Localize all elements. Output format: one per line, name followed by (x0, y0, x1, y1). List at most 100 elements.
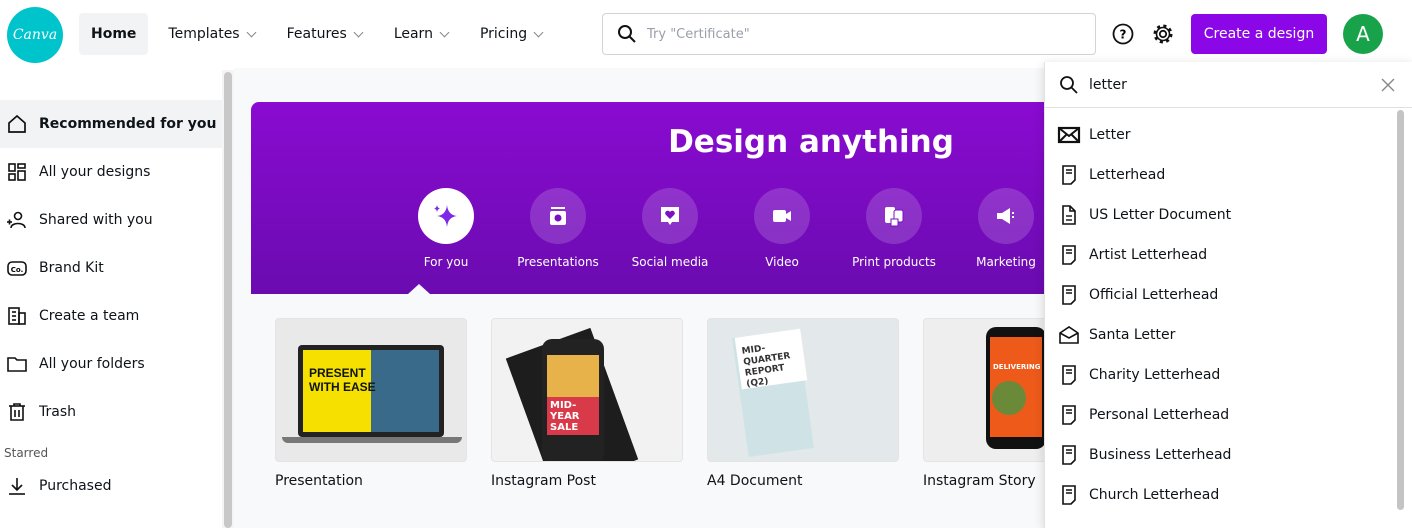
trash-icon (9, 403, 25, 421)
sidebar-item-create-team[interactable]: Create a team (0, 292, 222, 340)
sidebar-item-label: Brand Kit (39, 260, 104, 276)
svg-text:Co.: Co. (11, 266, 24, 274)
design-card-a4-document[interactable]: MID-QUARTER REPORT (Q2) A4 Document (707, 318, 899, 489)
letterhead-icon (1062, 245, 1076, 265)
letterhead-icon (1062, 165, 1076, 185)
folder-icon (7, 357, 27, 372)
svg-text:?: ? (1120, 28, 1127, 42)
starred-section-label: Starred (4, 446, 49, 460)
print-icon (885, 207, 904, 227)
nav-label: Learn (393, 26, 433, 42)
category-for-you[interactable]: For you (390, 188, 502, 269)
nav-label: Pricing (479, 26, 528, 42)
design-card-instagram-post[interactable]: MID-YEAR SALE Instagram Post (491, 318, 683, 489)
megaphone-icon (997, 208, 1014, 224)
sidebar-item-folders[interactable]: All your folders (0, 340, 222, 388)
thumbnail-text: MID-YEAR SALE (547, 397, 599, 435)
category-label: For you (423, 255, 469, 269)
design-anything-banner: Design anything For you Presentations So… (251, 102, 1081, 294)
search-result-item[interactable]: Letterhead (1045, 155, 1412, 195)
sidebar-item-label: All your folders (39, 356, 145, 372)
thumbnail-text: PRESENT WITH EASE (309, 366, 376, 394)
search-icon (1060, 75, 1078, 94)
shared-users-icon (7, 211, 26, 229)
result-label: Business Letterhead (1089, 447, 1232, 463)
search-result-item[interactable]: Santa Letter (1045, 315, 1412, 355)
search-result-item[interactable]: Artist Letterhead (1045, 235, 1412, 275)
help-icon[interactable]: ? (1111, 22, 1135, 46)
search-result-item[interactable]: Business Letterhead (1045, 435, 1412, 475)
sidebar-item-label: Create a team (39, 308, 140, 324)
chevron-down-icon (246, 27, 257, 37)
sidebar-item-label: Trash (39, 404, 76, 420)
open-envelope-icon (1059, 326, 1079, 344)
search-result-item[interactable]: Charity Letterhead (1045, 355, 1412, 395)
close-icon[interactable] (1380, 77, 1396, 93)
nav-label: Features (286, 26, 347, 42)
sidebar-item-label: Purchased (39, 478, 112, 494)
letterhead-icon (1062, 285, 1076, 305)
letterhead-icon (1062, 445, 1076, 465)
search-result-item[interactable]: Church Letterhead (1045, 475, 1412, 515)
search-input[interactable]: Try "Certificate" (602, 13, 1096, 55)
letterhead-icon (1062, 365, 1076, 385)
banner-title: Design anything (668, 124, 954, 160)
download-icon (9, 478, 25, 495)
category-label: Print products (852, 255, 936, 269)
category-presentations[interactable]: Presentations (502, 188, 614, 269)
building-icon (8, 307, 26, 325)
result-label: Charity Letterhead (1089, 367, 1221, 383)
chevron-down-icon (439, 27, 450, 37)
presentation-icon (550, 207, 566, 225)
nav-home[interactable]: Home (79, 13, 149, 55)
letterhead-icon (1062, 405, 1076, 425)
sparkle-icon (434, 205, 457, 227)
chevron-down-icon (353, 27, 364, 37)
sidebar: Recommended for you All your designs Sha… (0, 100, 222, 510)
result-label: Church Letterhead (1089, 487, 1220, 503)
document-icon (1062, 205, 1076, 225)
thumbnail-text: MID-QUARTER REPORT (Q2) (741, 343, 792, 390)
result-label: Santa Letter (1089, 327, 1176, 343)
search-result-item[interactable]: US Letter Document (1045, 195, 1412, 235)
active-category-pointer (408, 284, 430, 294)
canva-logo[interactable]: Canva (7, 7, 63, 63)
create-design-button[interactable]: Create a design (1191, 14, 1327, 54)
sidebar-item-label: Shared with you (39, 212, 153, 228)
nav-pricing[interactable]: Pricing (468, 13, 554, 55)
sidebar-item-shared[interactable]: Shared with you (0, 196, 222, 244)
search-placeholder: Try "Certificate" (647, 26, 750, 42)
dropdown-scrollbar[interactable] (1397, 110, 1406, 512)
nav-label: Home (91, 26, 137, 42)
nav-learn[interactable]: Learn (382, 13, 460, 55)
search-result-item[interactable]: Personal Letterhead (1045, 395, 1412, 435)
sidebar-item-purchased[interactable]: Purchased (0, 462, 222, 510)
main-nav: Home Templates Features Learn Pricing (79, 13, 562, 55)
nav-label: Templates (168, 26, 240, 42)
sidebar-item-all-designs[interactable]: All your designs (0, 148, 222, 196)
nav-templates[interactable]: Templates (156, 13, 266, 55)
sidebar-item-brand-kit[interactable]: Co. Brand Kit (0, 244, 222, 292)
design-card-presentation[interactable]: PRESENT WITH EASE Presentation (275, 318, 467, 489)
dropdown-search-input[interactable]: letter (1045, 62, 1412, 108)
presentation-thumbnail: PRESENT WITH EASE (275, 318, 467, 462)
search-results: Letter Letterhead US Letter Document Artist… (1045, 108, 1412, 515)
sidebar-item-recommended[interactable]: Recommended for you (0, 100, 222, 148)
category-print-products[interactable]: Print products (838, 188, 950, 269)
grid-icon (8, 163, 26, 181)
sidebar-scrollbar[interactable] (222, 70, 234, 528)
gear-icon[interactable] (1151, 22, 1175, 46)
category-social-media[interactable]: Social media (614, 188, 726, 269)
search-result-item[interactable]: Official Letterhead (1045, 275, 1412, 315)
category-video[interactable]: Video (726, 188, 838, 269)
brand-kit-icon: Co. (7, 261, 27, 276)
category-label: Video (765, 255, 799, 269)
letterhead-icon (1062, 485, 1076, 505)
sidebar-item-trash[interactable]: Trash (0, 388, 222, 436)
nav-features[interactable]: Features (275, 13, 374, 55)
search-icon (618, 25, 636, 43)
search-result-item[interactable]: Letter (1045, 115, 1412, 155)
category-label: Social media (631, 255, 709, 269)
card-label: Instagram Post (491, 473, 596, 489)
avatar[interactable]: A (1343, 14, 1383, 54)
